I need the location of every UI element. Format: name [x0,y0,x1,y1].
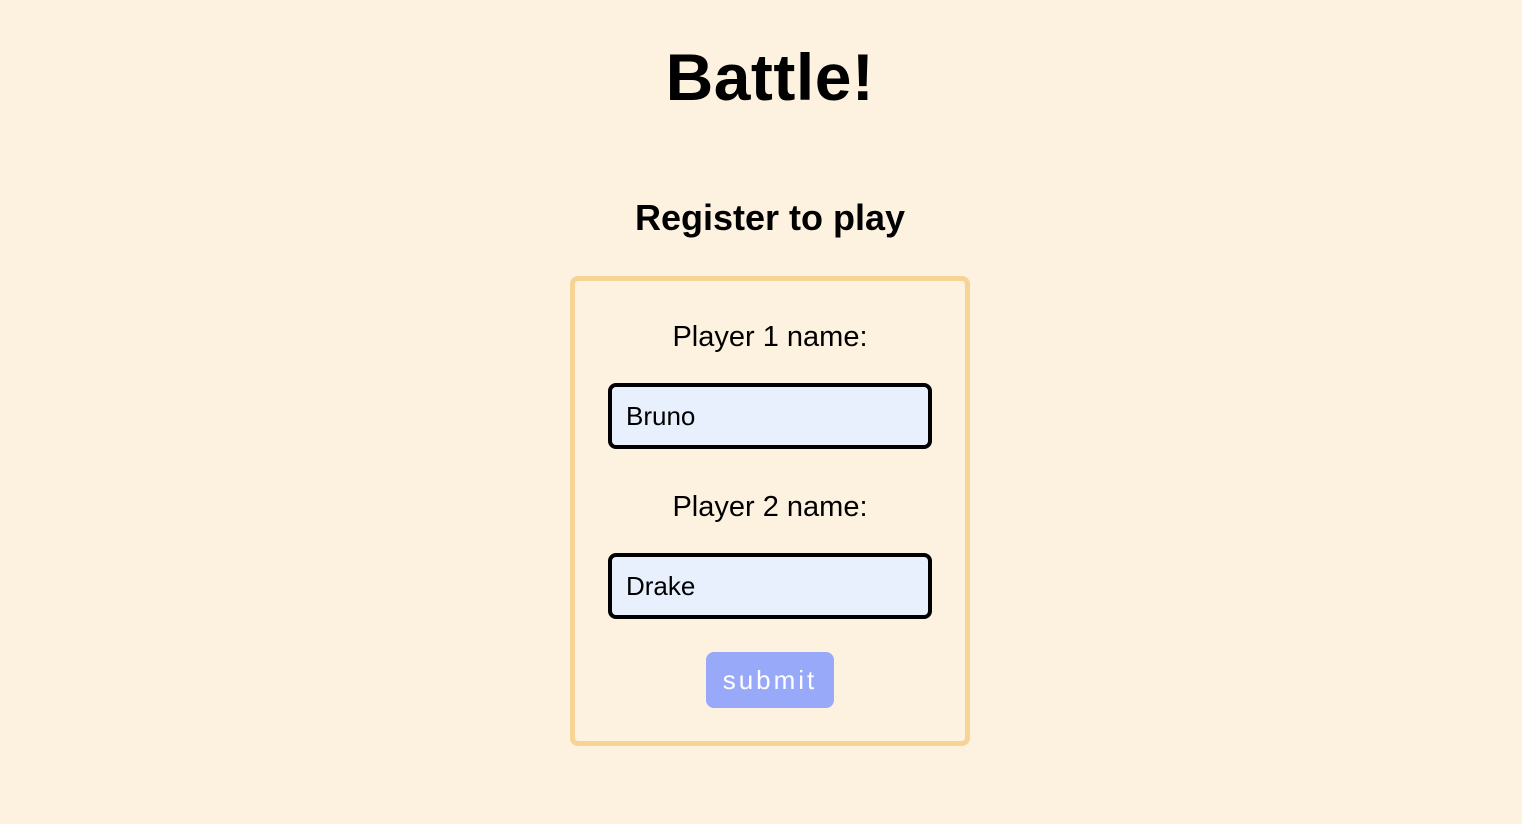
submit-button[interactable]: submit [706,652,834,708]
player2-name-label: Player 2 name: [672,491,868,523]
player2-name-input[interactable] [608,553,932,619]
player1-name-label: Player 1 name: [672,321,868,353]
player1-name-input[interactable] [608,383,932,449]
registration-form: Player 1 name: Player 2 name: submit [570,276,970,746]
page-title: Battle! [665,40,875,114]
register-heading: Register to play [634,197,906,238]
